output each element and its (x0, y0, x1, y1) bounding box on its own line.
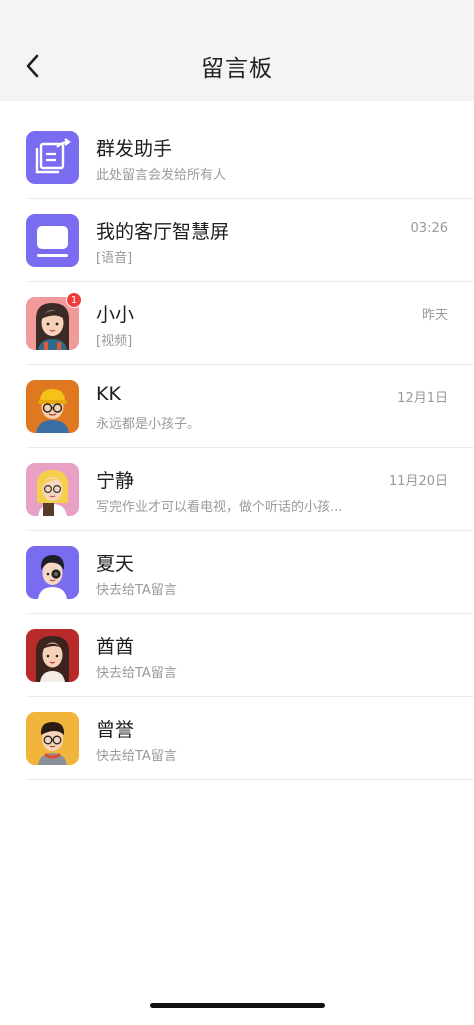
message-list: 群发助手 此处留言会发给所有人 我的客厅智慧屏 [语音] 03:26 1 小小 … (0, 116, 474, 780)
contact-name: 酋酋 (96, 636, 135, 658)
message-preview: 快去给TA留言 (96, 583, 177, 598)
contact-name: 群发助手 (96, 138, 173, 160)
list-item[interactable]: 宁静 写完作业才可以看电视，做个听话的小孩... 11月20日 (0, 448, 474, 531)
contact-name: KK (96, 383, 121, 405)
contact-name: 曾誉 (96, 719, 135, 741)
message-preview: 写完作业才可以看电视，做个听话的小孩... (96, 500, 343, 515)
message-time: 12月1日 (397, 391, 448, 406)
message-time: 11月20日 (388, 474, 448, 489)
top-bar: 留言板 (0, 0, 474, 101)
list-item[interactable]: 夏天 快去给TA留言 (0, 531, 474, 614)
avatar (26, 380, 79, 433)
message-preview: [视频] (96, 334, 133, 349)
message-preview: 快去给TA留言 (96, 666, 177, 681)
unread-badge: 1 (66, 292, 82, 308)
avatar (26, 629, 79, 682)
list-item[interactable]: 酋酋 快去给TA留言 (0, 614, 474, 697)
tv-screen-icon (26, 214, 79, 267)
contact-name: 宁静 (96, 470, 135, 492)
avatar (26, 546, 79, 599)
list-item[interactable]: 1 小小 [视频] 昨天 (0, 282, 474, 365)
contact-name: 我的客厅智慧屏 (96, 221, 230, 243)
contact-name: 小小 (96, 304, 135, 326)
message-preview: 永远都是小孩子。 (96, 417, 201, 432)
list-item[interactable]: KK 永远都是小孩子。 12月1日 (0, 365, 474, 448)
list-item[interactable]: 我的客厅智慧屏 [语音] 03:26 (0, 199, 474, 282)
avatar (26, 712, 79, 765)
message-preview: 此处留言会发给所有人 (96, 168, 227, 183)
contact-name: 夏天 (96, 553, 135, 575)
message-time: 昨天 (421, 308, 448, 323)
broadcast-assistant-icon (26, 131, 79, 184)
message-preview: [语音] (96, 251, 133, 266)
home-indicator[interactable] (150, 1003, 325, 1008)
list-item[interactable]: 曾誉 快去给TA留言 (0, 697, 474, 780)
avatar (26, 463, 79, 516)
page-title: 留言板 (201, 56, 273, 82)
message-preview: 快去给TA留言 (96, 749, 177, 764)
message-time: 03:26 (410, 221, 448, 236)
list-item[interactable]: 群发助手 此处留言会发给所有人 (0, 116, 474, 199)
